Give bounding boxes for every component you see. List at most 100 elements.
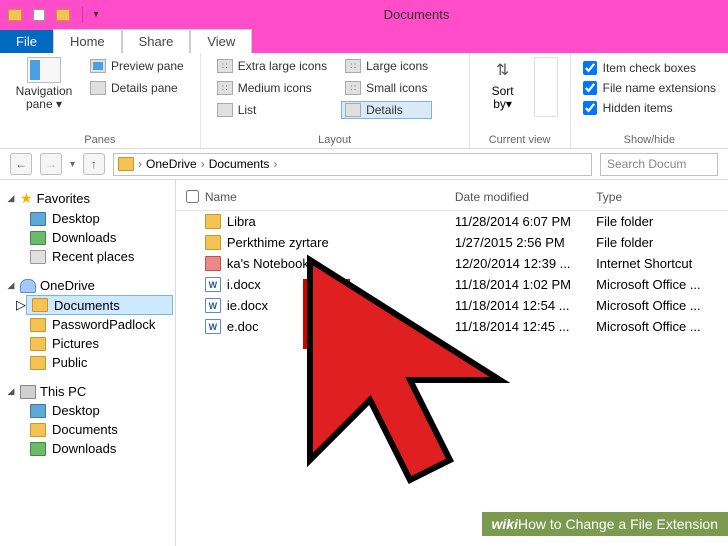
ribbon-group-layout: Extra large icons Medium icons List Larg… bbox=[201, 53, 470, 148]
file-row[interactable]: e.doc11/18/2014 12:45 ...Microsoft Offic… bbox=[176, 316, 728, 337]
navigation-pane-button[interactable]: Navigation pane ▾ bbox=[12, 57, 76, 111]
medium-icon bbox=[217, 81, 233, 95]
layout-large[interactable]: Large icons bbox=[341, 57, 432, 75]
tab-file[interactable]: File bbox=[0, 30, 53, 53]
select-all-checkbox[interactable] bbox=[186, 190, 199, 203]
ribbon: Navigation pane ▾ Preview pane Details p… bbox=[0, 53, 728, 149]
preview-pane-button[interactable]: Preview pane bbox=[86, 57, 188, 75]
qat-divider bbox=[82, 7, 83, 23]
file-date: 11/18/2014 1:02 PM bbox=[455, 277, 596, 292]
tab-view[interactable]: View bbox=[190, 29, 252, 53]
tree-item-label: Recent places bbox=[52, 249, 134, 264]
addressbar: ← → ▾ ↑ › OneDrive › Documents › Search … bbox=[0, 149, 728, 180]
item-checkboxes-label: Item check boxes bbox=[603, 61, 696, 75]
desktop-icon bbox=[30, 404, 46, 418]
expand-icon: ◢ bbox=[6, 193, 16, 204]
sort-icon: ⇅ bbox=[488, 57, 518, 83]
check-hidden-items[interactable]: Hidden items bbox=[583, 101, 716, 115]
favorites-label: Favorites bbox=[37, 191, 90, 206]
columns-button[interactable] bbox=[534, 57, 558, 117]
tree-item-public[interactable]: Public bbox=[26, 353, 173, 372]
file-name: e.doc bbox=[227, 319, 259, 334]
breadcrumb[interactable]: › OneDrive › Documents › bbox=[113, 153, 592, 176]
list-icon bbox=[217, 103, 233, 117]
column-headers[interactable]: Name Date modified Type bbox=[176, 186, 728, 211]
tree-head-thispc[interactable]: ◢This PC bbox=[2, 382, 173, 401]
breadcrumb-sep: › bbox=[201, 157, 205, 171]
item-checkboxes-checkbox[interactable] bbox=[583, 61, 597, 75]
new-folder-icon[interactable] bbox=[54, 6, 72, 24]
file-type: Microsoft Office ... bbox=[596, 298, 728, 313]
col-header-date[interactable]: Date modified bbox=[455, 190, 596, 206]
group-label-currentview: Current view bbox=[482, 132, 558, 148]
file-row[interactable]: ka's Notebook12/20/2014 12:39 ...Interne… bbox=[176, 253, 728, 274]
preview-pane-label: Preview pane bbox=[111, 59, 184, 73]
folder-icon bbox=[205, 214, 221, 229]
file-extensions-checkbox[interactable] bbox=[583, 81, 597, 95]
tree-item-downloads[interactable]: Downloads bbox=[26, 228, 173, 247]
nav-tree[interactable]: ◢★Favorites Desktop Downloads Recent pla… bbox=[0, 180, 176, 546]
col-header-name[interactable]: Name bbox=[205, 190, 455, 206]
tab-home[interactable]: Home bbox=[53, 29, 122, 53]
file-list[interactable]: Name Date modified Type Libra11/28/2014 … bbox=[176, 180, 728, 546]
file-name: Perkthime zyrtare bbox=[227, 235, 329, 250]
file-row[interactable]: Libra11/28/2014 6:07 PMFile folder bbox=[176, 211, 728, 232]
layout-list[interactable]: List bbox=[213, 101, 331, 119]
group-label-panes: Panes bbox=[12, 132, 188, 148]
layout-details[interactable]: Details bbox=[341, 101, 432, 119]
breadcrumb-sep: › bbox=[273, 157, 277, 171]
file-date: 11/18/2014 12:54 ... bbox=[455, 298, 596, 313]
tree-item-documents[interactable]: ▷Documents bbox=[26, 295, 173, 315]
tree-item-pictures[interactable]: Pictures bbox=[26, 334, 173, 353]
extralarge-label: Extra large icons bbox=[238, 59, 327, 73]
col-header-type[interactable]: Type bbox=[596, 190, 728, 206]
onedrive-label: OneDrive bbox=[40, 278, 95, 293]
details-pane-label: Details pane bbox=[111, 81, 178, 95]
folder-icon bbox=[32, 298, 48, 312]
tree-item-pc-documents[interactable]: Documents bbox=[26, 420, 173, 439]
layout-medium[interactable]: Medium icons bbox=[213, 79, 331, 97]
tree-item-label: PasswordPadlock bbox=[52, 317, 155, 332]
tree-head-onedrive[interactable]: ◢OneDrive bbox=[2, 276, 173, 295]
sort-by-button[interactable]: ⇅ Sort by▾ bbox=[482, 57, 524, 111]
file-row[interactable]: Perkthime zyrtare1/27/2015 2:56 PMFile f… bbox=[176, 232, 728, 253]
tree-item-recent[interactable]: Recent places bbox=[26, 247, 173, 266]
qat-dropdown-icon[interactable]: ▾ bbox=[87, 6, 105, 24]
tree-item-label: Documents bbox=[54, 298, 120, 313]
file-row[interactable]: ie.docx11/18/2014 12:54 ...Microsoft Off… bbox=[176, 295, 728, 316]
crumb-onedrive[interactable]: OneDrive bbox=[146, 157, 197, 171]
tree-item-passwordpadlock[interactable]: PasswordPadlock bbox=[26, 315, 173, 334]
check-item-checkboxes[interactable]: Item check boxes bbox=[583, 61, 716, 75]
file-name: ka's Notebook bbox=[227, 256, 309, 271]
check-file-extensions[interactable]: File name extensions bbox=[583, 81, 716, 95]
properties-icon[interactable] bbox=[30, 6, 48, 24]
layout-small[interactable]: Small icons bbox=[341, 79, 432, 97]
tree-item-pc-downloads[interactable]: Downloads bbox=[26, 439, 173, 458]
ribbon-group-currentview: ⇅ Sort by▾ Current view bbox=[470, 53, 571, 148]
search-input[interactable]: Search Docum bbox=[600, 153, 718, 176]
crumb-documents[interactable]: Documents bbox=[209, 157, 270, 171]
folder-icon bbox=[30, 318, 46, 332]
titlebar: ▾ Documents bbox=[0, 0, 728, 29]
forward-button[interactable]: → bbox=[40, 153, 62, 175]
recent-locations-dropdown[interactable]: ▾ bbox=[70, 159, 75, 170]
hidden-items-checkbox[interactable] bbox=[583, 101, 597, 115]
cloud-icon bbox=[20, 279, 36, 293]
up-button[interactable]: ↑ bbox=[83, 153, 105, 175]
tree-item-label: Public bbox=[52, 355, 87, 370]
tree-head-favorites[interactable]: ◢★Favorites bbox=[2, 188, 173, 209]
pc-icon bbox=[20, 385, 36, 399]
doc-icon bbox=[205, 277, 221, 292]
doc-icon bbox=[205, 319, 221, 334]
details-pane-button[interactable]: Details pane bbox=[86, 79, 188, 97]
back-button[interactable]: ← bbox=[10, 153, 32, 175]
ribbon-tabstrip: File Home Share View bbox=[0, 29, 728, 53]
layout-extralarge[interactable]: Extra large icons bbox=[213, 57, 331, 75]
tree-item-pc-desktop[interactable]: Desktop bbox=[26, 401, 173, 420]
expand-icon: ◢ bbox=[6, 386, 16, 397]
tree-item-desktop[interactable]: Desktop bbox=[26, 209, 173, 228]
details-icon bbox=[345, 103, 361, 117]
file-row[interactable]: i.docx11/18/2014 1:02 PMMicrosoft Office… bbox=[176, 274, 728, 295]
tab-share[interactable]: Share bbox=[122, 29, 191, 53]
file-name: Libra bbox=[227, 214, 256, 229]
